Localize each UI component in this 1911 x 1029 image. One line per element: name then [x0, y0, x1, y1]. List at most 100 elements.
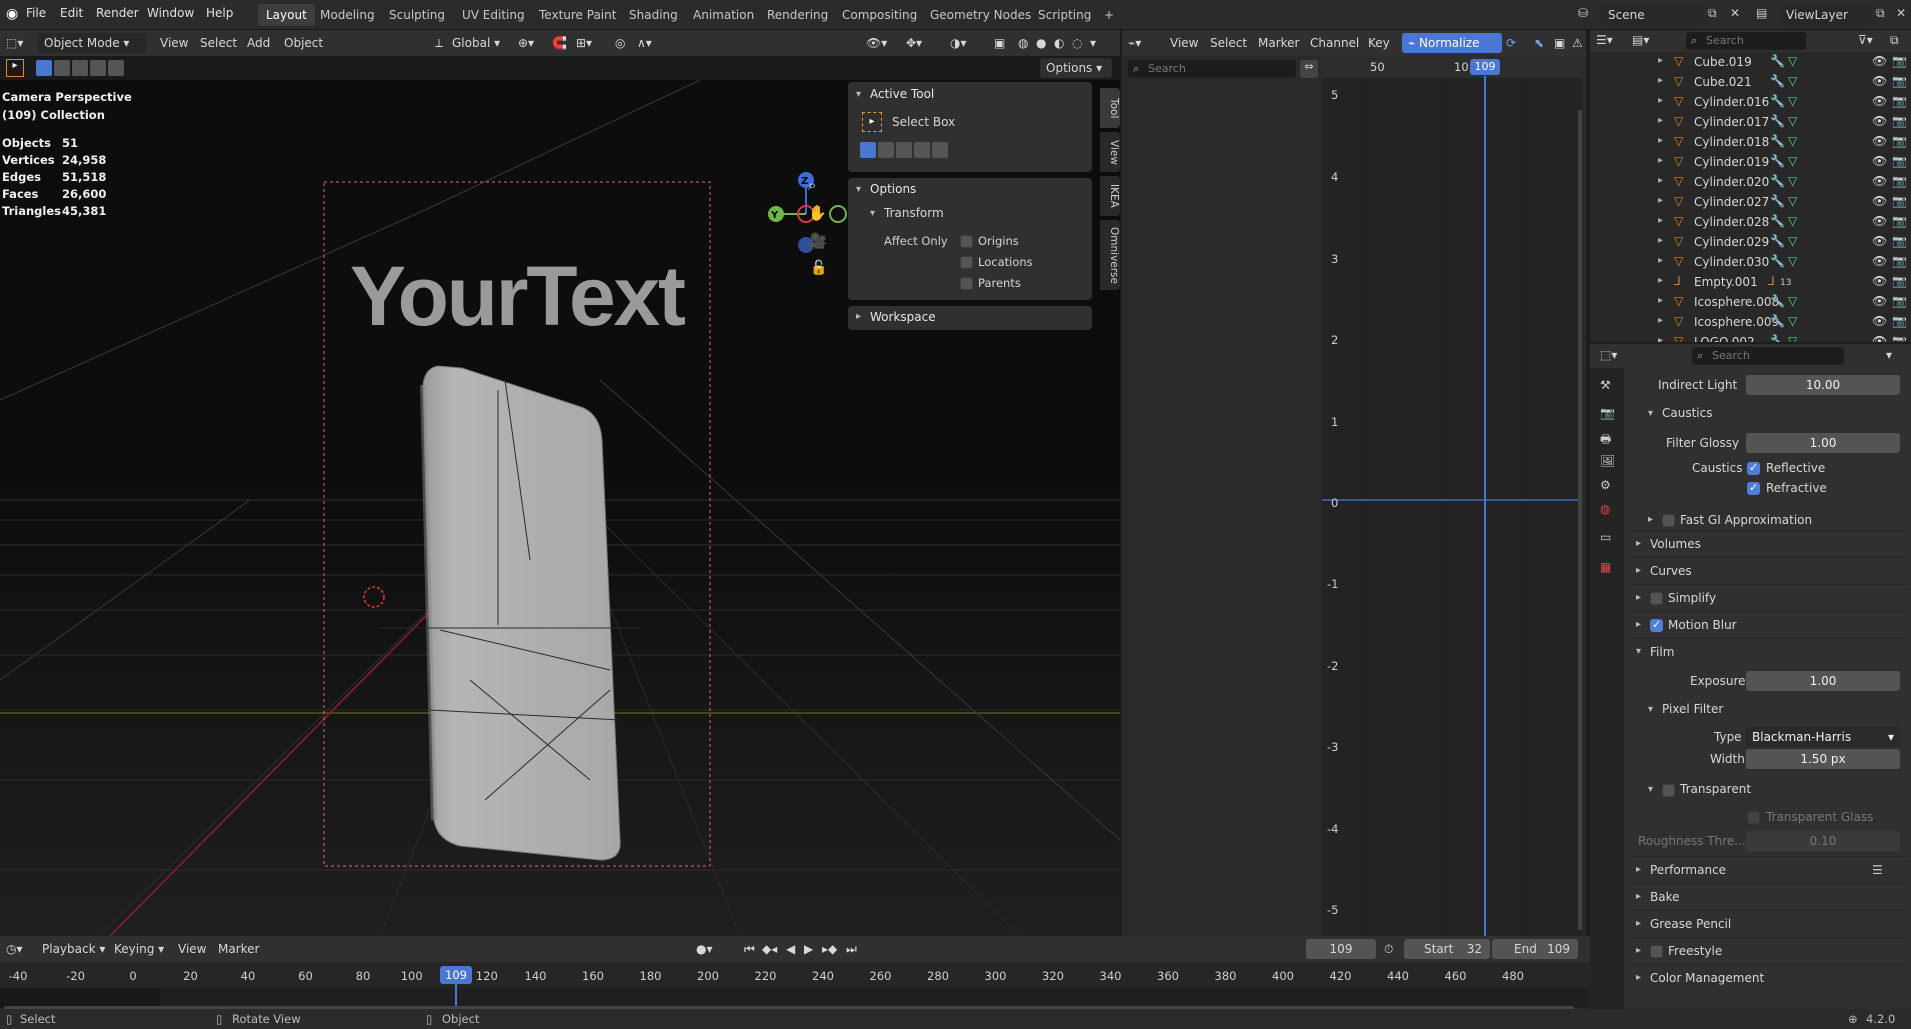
modifier-icon[interactable]: 🔧	[1770, 114, 1785, 128]
material-shading-icon[interactable]: ◐	[1054, 33, 1064, 53]
render-tab-icon[interactable]: 📷	[1600, 406, 1615, 420]
graph-menu-view[interactable]: View	[1170, 33, 1198, 53]
menu-select[interactable]: Select	[200, 33, 237, 53]
list-icon[interactable]: ☰	[1872, 863, 1883, 877]
tab-ikea[interactable]: IKEA	[1100, 176, 1120, 216]
refresh-icon[interactable]: ⟳	[1506, 33, 1516, 53]
motion-blur-checkbox[interactable]	[1650, 618, 1663, 632]
chevron-right-icon[interactable]: ▸	[1658, 155, 1663, 166]
visibility-eye-icon[interactable]: 👁	[1872, 254, 1887, 268]
transparent-glass-checkbox[interactable]	[1747, 811, 1760, 824]
pixel-filter-type-dropdown[interactable]: Blackman-Harris ▾	[1746, 727, 1900, 747]
display-mode-icon[interactable]: ▤▾	[1632, 33, 1649, 47]
new-collection-icon[interactable]: ⧉	[1890, 33, 1899, 48]
graph-frame-indicator[interactable]: 109	[1470, 59, 1500, 75]
prev-keyframe-icon[interactable]: ◆◂	[762, 939, 777, 959]
modifier-icon[interactable]: 🔧	[1770, 74, 1785, 88]
render-camera-icon[interactable]: 📷	[1892, 154, 1907, 168]
render-camera-icon[interactable]: 📷	[1892, 294, 1907, 308]
render-camera-icon[interactable]: 📷	[1892, 94, 1907, 108]
modifier-icon[interactable]: 🔧	[1770, 194, 1785, 208]
outliner-row[interactable]: ▸ ▽ Icosphere.009 🔧 ▽ 👁 📷	[1590, 312, 1911, 332]
new-viewlayer-icon[interactable]: ⧉	[1876, 6, 1885, 21]
simplify-panel[interactable]: ▸ Simplify	[1628, 584, 1908, 609]
delete-viewlayer-icon[interactable]: ✕	[1896, 6, 1906, 20]
wireframe-shading-icon[interactable]: ◍	[1018, 33, 1028, 53]
playback-menu[interactable]: Playback ▾	[42, 939, 105, 959]
color-management-panel[interactable]: ▸ Color Management	[1628, 964, 1908, 989]
visibility-eye-icon[interactable]: 👁	[1872, 294, 1887, 308]
visibility-eye-icon[interactable]: 👁	[1872, 314, 1887, 328]
mode-intersect-icon[interactable]	[932, 142, 948, 158]
modifier-icon[interactable]: 🔧	[1770, 334, 1785, 342]
delete-scene-icon[interactable]: ✕	[1730, 6, 1740, 20]
chevron-right-icon[interactable]: ▸	[1658, 255, 1663, 266]
pan-hand-icon[interactable]: ✋	[808, 204, 827, 222]
modifier-icon[interactable]: 🔧	[1770, 154, 1785, 168]
timeline-frame-indicator[interactable]: 109	[440, 966, 472, 984]
chevron-down-icon[interactable]: ▾	[870, 208, 875, 219]
chevron-right-icon[interactable]: ▸	[1658, 115, 1663, 126]
chevron-down-icon[interactable]: ▾	[856, 89, 861, 100]
motion-blur-panel[interactable]: ▸ Motion Blur	[1628, 611, 1908, 636]
falloff-icon[interactable]: ∧▾	[637, 33, 652, 53]
render-camera-icon[interactable]: 📷	[1892, 114, 1907, 128]
tab-texture-paint[interactable]: Texture Paint	[531, 4, 624, 26]
output-tab-icon[interactable]: 🖶	[1600, 430, 1611, 451]
outliner-row[interactable]: ▸ ▽ Icosphere.008 🔧 ▽ 👁 📷	[1590, 292, 1911, 312]
start-frame-field[interactable]: Start 32	[1404, 939, 1490, 959]
outliner-row[interactable]: ▸ ▽ Cylinder.020 🔧 ▽ 👁 📷	[1590, 172, 1911, 192]
fast-gi-checkbox[interactable]	[1662, 514, 1675, 527]
tool-tab-icon[interactable]: ⚒	[1600, 378, 1611, 392]
mesh-data-icon[interactable]: ▽	[1788, 94, 1797, 108]
chevron-right-icon[interactable]: ▸	[1658, 75, 1663, 86]
grease-pencil-panel[interactable]: ▸ Grease Pencil	[1628, 910, 1908, 935]
tab-geometry-nodes[interactable]: Geometry Nodes	[922, 4, 1039, 26]
outliner-row[interactable]: ▸ ▽ Cube.021 🔧 ▽ 👁 📷	[1590, 72, 1911, 92]
blender-logo-icon[interactable]: ◉	[6, 6, 18, 22]
select-mode-intersect-icon[interactable]	[108, 60, 124, 76]
tab-uv-editing[interactable]: UV Editing	[454, 4, 533, 26]
view-layer-tab-icon[interactable]: 🖼	[1600, 454, 1615, 468]
render-camera-icon[interactable]: 📷	[1892, 214, 1907, 228]
filter-glossy-field[interactable]: 1.00	[1746, 433, 1900, 453]
film-panel[interactable]: ▾ Film	[1628, 638, 1908, 663]
render-camera-icon[interactable]: 📷	[1892, 234, 1907, 248]
origins-checkbox[interactable]	[960, 235, 973, 248]
chevron-down-icon[interactable]: ▾	[1648, 704, 1653, 715]
graph-editor-type-icon[interactable]: ⌁▾	[1128, 33, 1141, 53]
menu-render[interactable]: Render	[96, 6, 139, 20]
visibility-eye-icon[interactable]: 👁	[1872, 194, 1887, 208]
camera-view-icon[interactable]: 🎥	[808, 232, 827, 250]
chevron-right-icon[interactable]: ▸	[856, 311, 861, 322]
shading-options-icon[interactable]: ▾	[1090, 33, 1096, 53]
outliner[interactable]: ☰▾ ▤▾ ⌕ Search ⊽▾ ⧉ ▸ ▽ Cube.019 🔧 ▽ 👁 📷 ▸ ▽ Cube…	[1590, 30, 1911, 342]
visibility-eye-icon[interactable]: 👁	[1872, 214, 1887, 228]
timeline-menu-view[interactable]: View	[178, 939, 206, 959]
visibility-icon[interactable]: 👁▾	[866, 33, 887, 53]
chevron-right-icon[interactable]: ▸	[1658, 315, 1663, 326]
mesh-data-icon[interactable]: ▽	[1788, 114, 1797, 128]
select-box-icon[interactable]: ▸	[862, 112, 882, 132]
add-workspace-button[interactable]: +	[1096, 4, 1122, 26]
chevron-down-icon[interactable]: ▾	[1648, 784, 1653, 795]
visibility-eye-icon[interactable]: 👁	[1872, 334, 1887, 342]
show-hidden-icon[interactable]: ▣	[1554, 33, 1565, 53]
chevron-right-icon[interactable]: ▸	[1658, 175, 1663, 186]
refractive-checkbox[interactable]	[1747, 481, 1760, 495]
mesh-data-icon[interactable]: ▽	[1788, 314, 1797, 328]
render-camera-icon[interactable]: 📷	[1892, 174, 1907, 188]
locations-checkbox[interactable]	[960, 256, 973, 269]
only-selected-icon[interactable]: ⬉	[1534, 33, 1544, 53]
select-mode-extend-icon[interactable]	[54, 60, 70, 76]
tab-tool[interactable]: Tool	[1100, 88, 1120, 128]
chevron-right-icon[interactable]: ▸	[1658, 335, 1663, 342]
render-camera-icon[interactable]: 📷	[1892, 254, 1907, 268]
next-keyframe-icon[interactable]: ▸◆	[822, 939, 837, 959]
visibility-eye-icon[interactable]: 👁	[1872, 54, 1887, 68]
children-icon[interactable]: ⅃	[1768, 274, 1775, 288]
normalize-toggle[interactable]: ⌁ Normalize	[1402, 33, 1502, 53]
zoom-icon[interactable]: ⌕	[808, 176, 816, 194]
snap-target-icon[interactable]: ⊞▾	[576, 33, 592, 53]
outliner-row[interactable]: ▸ ⅃ Empty.001 ⅃ 13 👁 📷	[1590, 272, 1911, 292]
